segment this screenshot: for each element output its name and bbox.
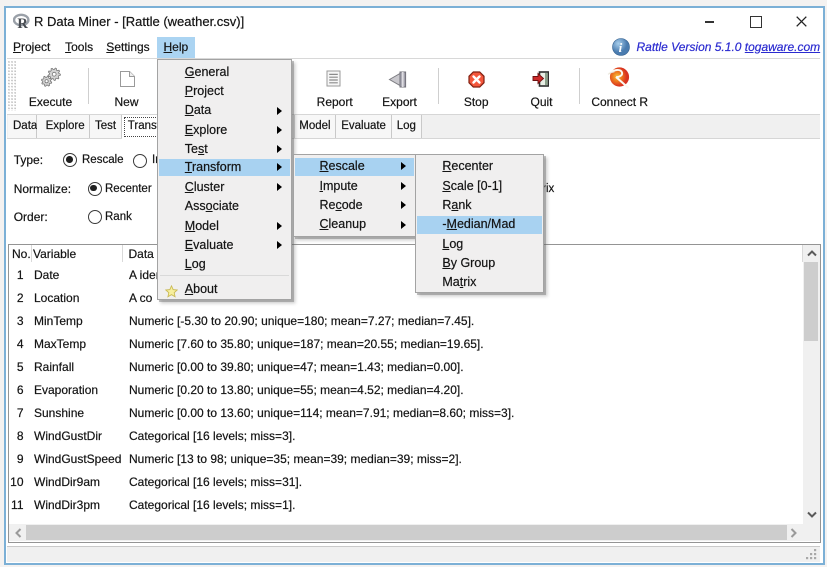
svg-text:i: i (618, 40, 622, 55)
svg-text:R: R (17, 16, 28, 30)
